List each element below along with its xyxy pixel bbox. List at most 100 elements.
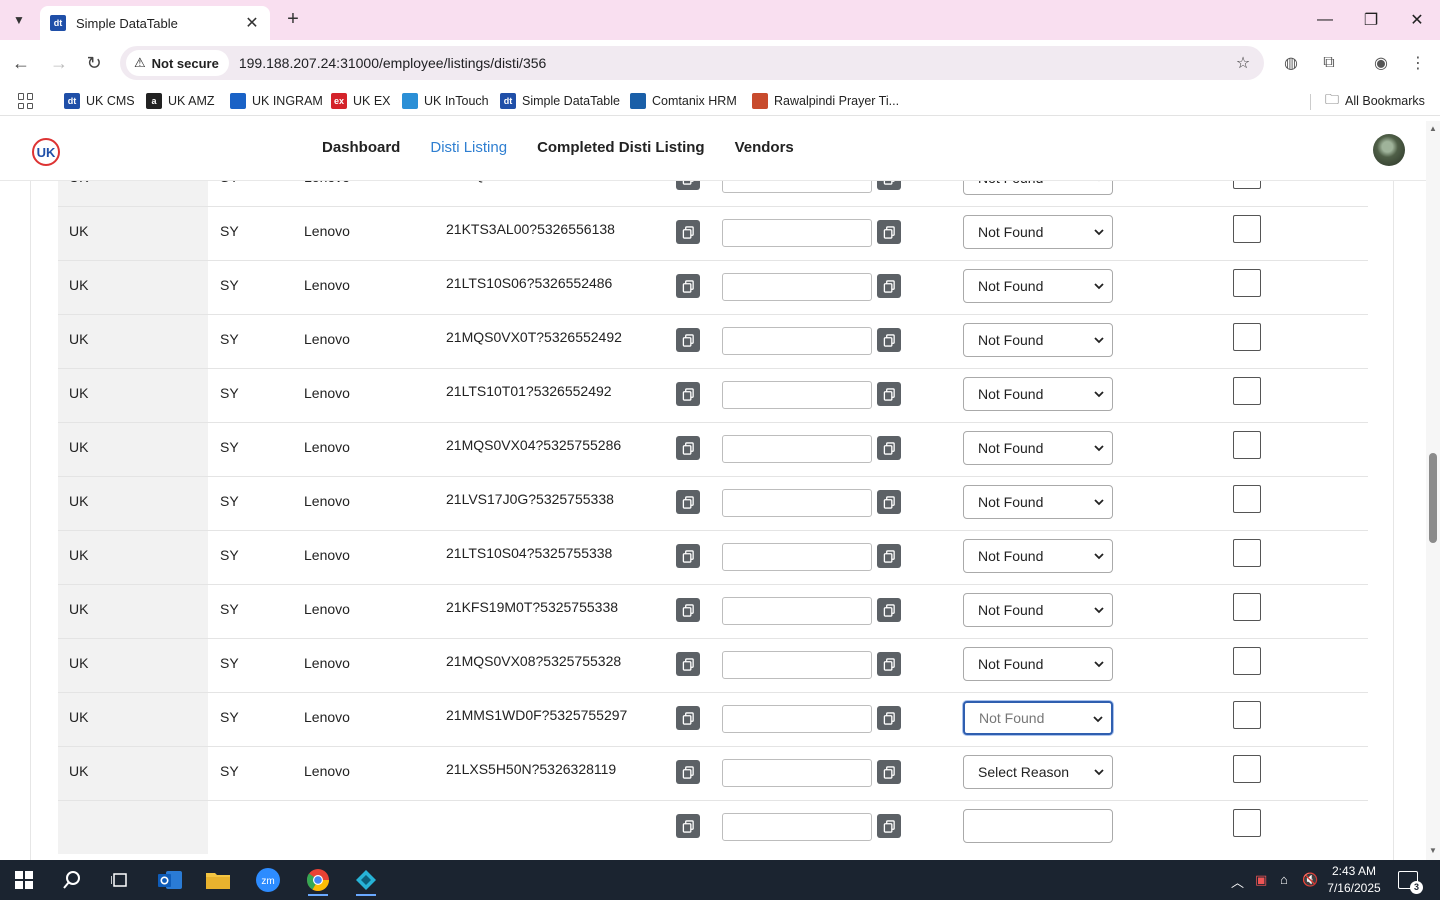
reason-select[interactable]: Not Found [963,323,1113,357]
value-input[interactable] [722,327,872,355]
reason-select[interactable]: Not Found [963,539,1113,573]
value-input[interactable] [722,813,872,841]
value-input[interactable] [722,381,872,409]
copy-value-button[interactable] [877,382,901,406]
value-input[interactable] [722,489,872,517]
value-input[interactable] [722,651,872,679]
bookmark-item[interactable]: UK InTouch [402,91,489,111]
row-checkbox[interactable] [1233,701,1261,729]
bookmark-star-icon[interactable]: ☆ [1228,53,1258,73]
copy-sku-button[interactable] [676,382,700,406]
row-checkbox[interactable] [1233,809,1261,837]
value-input[interactable] [722,543,872,571]
all-bookmarks-button[interactable]: 🗀 All Bookmarks [1325,91,1425,111]
reason-select[interactable]: Not Found [963,701,1113,735]
value-input[interactable] [722,705,872,733]
scroll-up-arrow-icon[interactable]: ▲ [1429,125,1437,133]
apps-grid-icon[interactable] [18,93,34,109]
outlook-icon[interactable] [150,864,190,896]
search-icon[interactable] [52,864,92,896]
reason-select[interactable]: Not Found [963,593,1113,627]
copy-value-button[interactable] [877,220,901,244]
row-checkbox[interactable] [1233,647,1261,675]
translate-icon[interactable]: ◍ [1280,52,1302,74]
row-checkbox[interactable] [1233,323,1261,351]
notifications-icon[interactable]: 3 [1398,871,1423,894]
copy-value-button[interactable] [877,274,901,298]
bookmark-item[interactable]: Rawalpindi Prayer Ti... [752,91,899,111]
bookmark-item[interactable]: UK INGRAM [230,91,323,111]
copy-value-button[interactable] [877,652,901,676]
close-tab-icon[interactable]: ✕ [244,13,260,33]
row-checkbox[interactable] [1233,431,1261,459]
site-info-chip[interactable]: ⚠ Not secure [126,50,229,76]
restore-button[interactable]: ❐ [1348,6,1394,34]
row-checkbox[interactable] [1233,539,1261,567]
nav-item[interactable]: Disti Listing [430,139,507,156]
uk-logo[interactable]: UK [32,138,60,166]
scroll-down-arrow-icon[interactable]: ▼ [1429,847,1437,855]
row-checkbox[interactable] [1233,485,1261,513]
tab-search-chevron-icon[interactable]: ▼ [6,8,32,32]
reason-select[interactable]: Not Found [963,485,1113,519]
chrome-icon[interactable] [298,864,338,896]
show-hidden-icons-icon[interactable]: ︿ [1231,872,1244,891]
copy-sku-button[interactable] [676,274,700,298]
app-diamond-icon[interactable] [346,864,386,896]
nav-item[interactable]: Dashboard [322,139,400,156]
copy-value-button[interactable] [877,760,901,784]
user-avatar[interactable] [1373,134,1405,166]
copy-value-button[interactable] [877,490,901,514]
new-tab-button[interactable]: + [282,8,304,30]
bookmark-item[interactable]: dt Simple DataTable [500,91,620,111]
row-checkbox[interactable] [1233,269,1261,297]
reason-select[interactable]: Not Found [963,269,1113,303]
file-explorer-icon[interactable] [198,864,238,896]
menu-kebab-icon[interactable]: ⋮ [1407,52,1429,74]
reason-select[interactable]: Not Found [963,377,1113,411]
zoom-icon[interactable]: zm [248,864,288,896]
bookmark-item[interactable]: ex UK EX [331,91,391,111]
scrollbar-thumb[interactable] [1429,453,1437,543]
row-checkbox[interactable] [1233,755,1261,783]
copy-value-button[interactable] [877,328,901,352]
copy-value-button[interactable] [877,814,901,838]
value-input[interactable] [722,435,872,463]
reason-select[interactable]: Not Found [963,647,1113,681]
browser-tab[interactable]: dt Simple DataTable ✕ [40,6,270,40]
value-input[interactable] [722,273,872,301]
reason-select[interactable]: Select Reason [963,755,1113,789]
profile-icon[interactable]: ◉ [1370,52,1392,74]
page-scrollbar[interactable]: ▲ ▼ [1426,121,1440,860]
reason-select[interactable]: Not Found [963,215,1113,249]
reload-button[interactable]: ↻ [81,50,107,76]
nav-item[interactable]: Vendors [735,139,794,156]
back-button[interactable]: ← [8,50,34,76]
bookmark-item[interactable]: Comtanix HRM [630,91,737,111]
minimize-button[interactable]: — [1302,6,1348,34]
row-checkbox[interactable] [1233,593,1261,621]
value-input[interactable] [722,759,872,787]
address-bar[interactable]: ⚠ Not secure 199.188.207.24:31000/employ… [120,46,1264,80]
copy-sku-button[interactable] [676,706,700,730]
row-checkbox[interactable] [1233,377,1261,405]
row-checkbox[interactable] [1233,215,1261,243]
security-tray-icon[interactable]: ▣ [1255,872,1267,888]
copy-sku-button[interactable] [676,652,700,676]
url-text[interactable]: 199.188.207.24:31000/employee/listings/d… [239,55,1228,71]
copy-sku-button[interactable] [676,760,700,784]
copy-sku-button[interactable] [676,436,700,460]
windows-start-icon[interactable] [4,864,44,896]
value-input[interactable] [722,219,872,247]
copy-sku-button[interactable] [676,598,700,622]
system-clock[interactable]: 2:43 AM 7/16/2025 [1318,863,1390,897]
volume-muted-icon[interactable]: 🔇 [1302,872,1318,888]
network-icon[interactable]: ⌂ [1280,872,1288,887]
copy-sku-button[interactable] [676,328,700,352]
copy-value-button[interactable] [877,598,901,622]
copy-sku-button[interactable] [676,490,700,514]
value-input[interactable] [722,597,872,625]
copy-value-button[interactable] [877,436,901,460]
reason-select[interactable] [963,809,1113,843]
close-window-button[interactable]: ✕ [1394,6,1440,34]
